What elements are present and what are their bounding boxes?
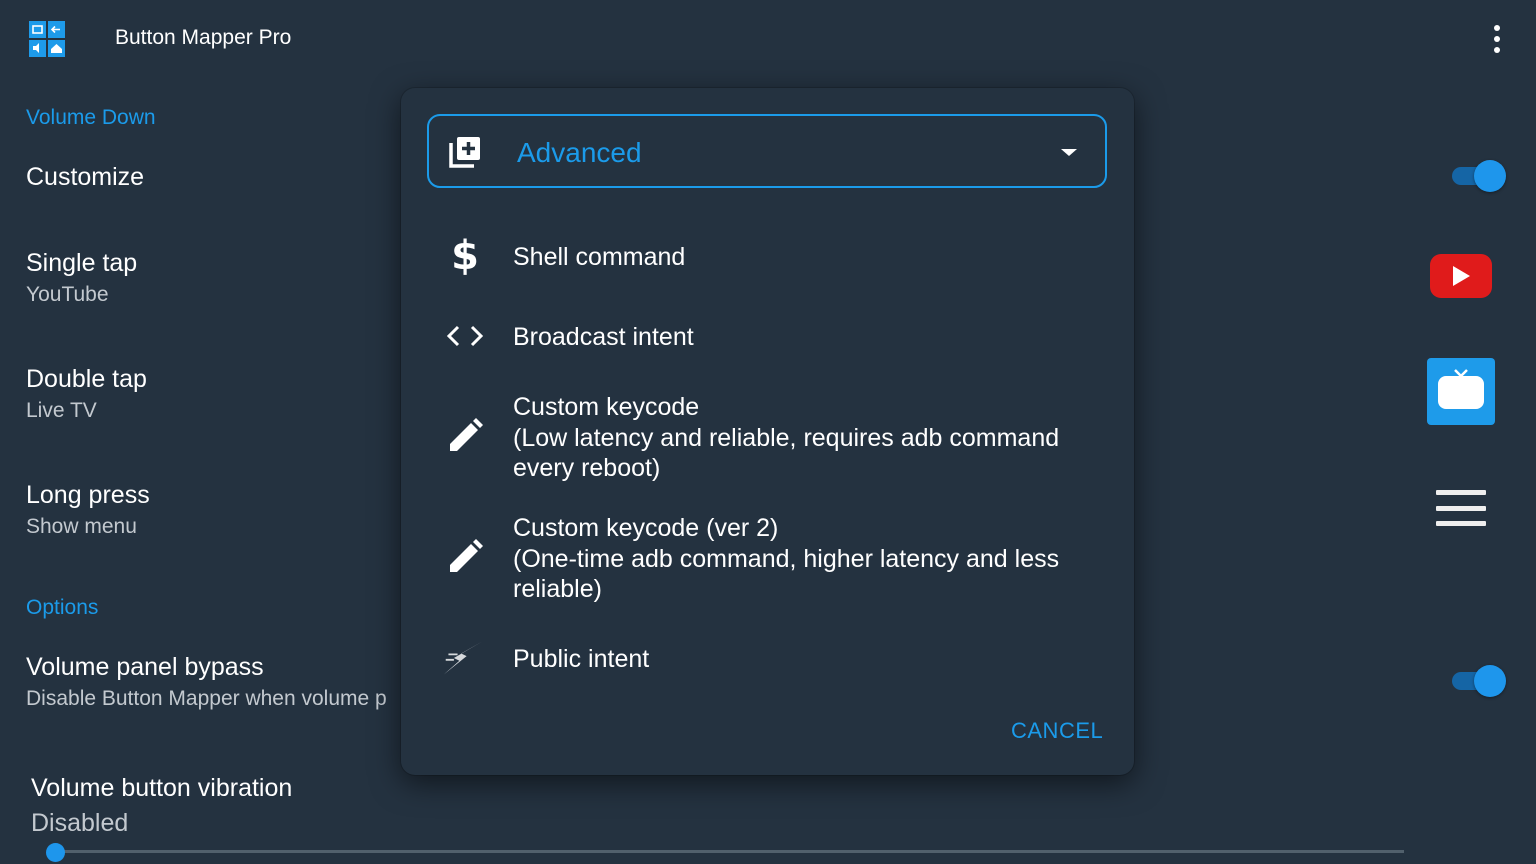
live-tv-app-icon[interactable] xyxy=(1427,358,1495,425)
volume-vibration-title: Volume button vibration xyxy=(31,774,293,802)
app-logo-icon xyxy=(29,21,65,57)
single-tap-value: YouTube xyxy=(26,283,109,306)
option-label: Public intent xyxy=(513,645,650,673)
cancel-button[interactable]: CANCEL xyxy=(1011,718,1103,744)
double-tap-title[interactable]: Double tap xyxy=(26,365,147,394)
option-shell-command[interactable]: $ Shell command xyxy=(425,224,1115,284)
option-label: Broadcast intent xyxy=(513,323,694,351)
dropdown-selected-label: Advanced xyxy=(517,137,642,168)
option-broadcast-intent[interactable]: Broadcast intent xyxy=(425,306,1115,366)
volume-panel-bypass-subtitle: Disable Button Mapper when volume p xyxy=(26,687,387,710)
chevron-down-icon xyxy=(1061,149,1077,156)
vibration-slider-track[interactable] xyxy=(56,850,1404,853)
option-description: (One-time adb command, higher latency an… xyxy=(513,545,1060,573)
more-options-icon[interactable] xyxy=(1482,22,1512,56)
long-press-title[interactable]: Long press xyxy=(26,481,150,510)
option-label: Custom keycode xyxy=(513,393,700,421)
single-tap-title[interactable]: Single tap xyxy=(26,249,137,278)
option-custom-keycode-v2[interactable]: Custom keycode (ver 2) (One-time adb com… xyxy=(425,509,1115,609)
pencil-icon xyxy=(445,537,485,577)
option-public-intent[interactable]: Public intent xyxy=(425,628,1115,688)
section-options: Options xyxy=(26,596,99,619)
volume-panel-bypass-toggle[interactable] xyxy=(1452,664,1506,697)
section-volume-down: Volume Down xyxy=(26,106,156,129)
menu-icon[interactable] xyxy=(1436,490,1486,526)
long-press-value: Show menu xyxy=(26,515,137,538)
category-dropdown[interactable]: Advanced xyxy=(427,114,1107,188)
option-label: Shell command xyxy=(513,243,686,271)
option-description: every reboot) xyxy=(513,454,661,482)
option-description: (Low latency and reliable, requires adb … xyxy=(513,424,1060,452)
lightning-icon xyxy=(443,638,483,678)
customize-title[interactable]: Customize xyxy=(26,163,144,192)
action-picker-dialog: Advanced $ Shell command Broadcast inten… xyxy=(401,88,1134,775)
option-custom-keycode[interactable]: Custom keycode (Low latency and reliable… xyxy=(425,388,1115,488)
add-to-queue-icon xyxy=(447,134,483,170)
double-tap-value: Live TV xyxy=(26,399,97,422)
volume-panel-bypass-title[interactable]: Volume panel bypass xyxy=(26,653,264,682)
volume-vibration-value: Disabled xyxy=(31,809,129,837)
option-description: reliable) xyxy=(513,575,602,603)
code-brackets-icon xyxy=(445,316,485,356)
youtube-app-icon[interactable] xyxy=(1430,254,1492,298)
app-title: Button Mapper Pro xyxy=(115,26,292,49)
option-label: Custom keycode (ver 2) xyxy=(513,514,779,542)
pencil-icon xyxy=(445,416,485,456)
vibration-slider-thumb[interactable] xyxy=(46,843,65,862)
dollar-icon: $ xyxy=(451,233,479,279)
customize-toggle[interactable] xyxy=(1452,159,1506,192)
